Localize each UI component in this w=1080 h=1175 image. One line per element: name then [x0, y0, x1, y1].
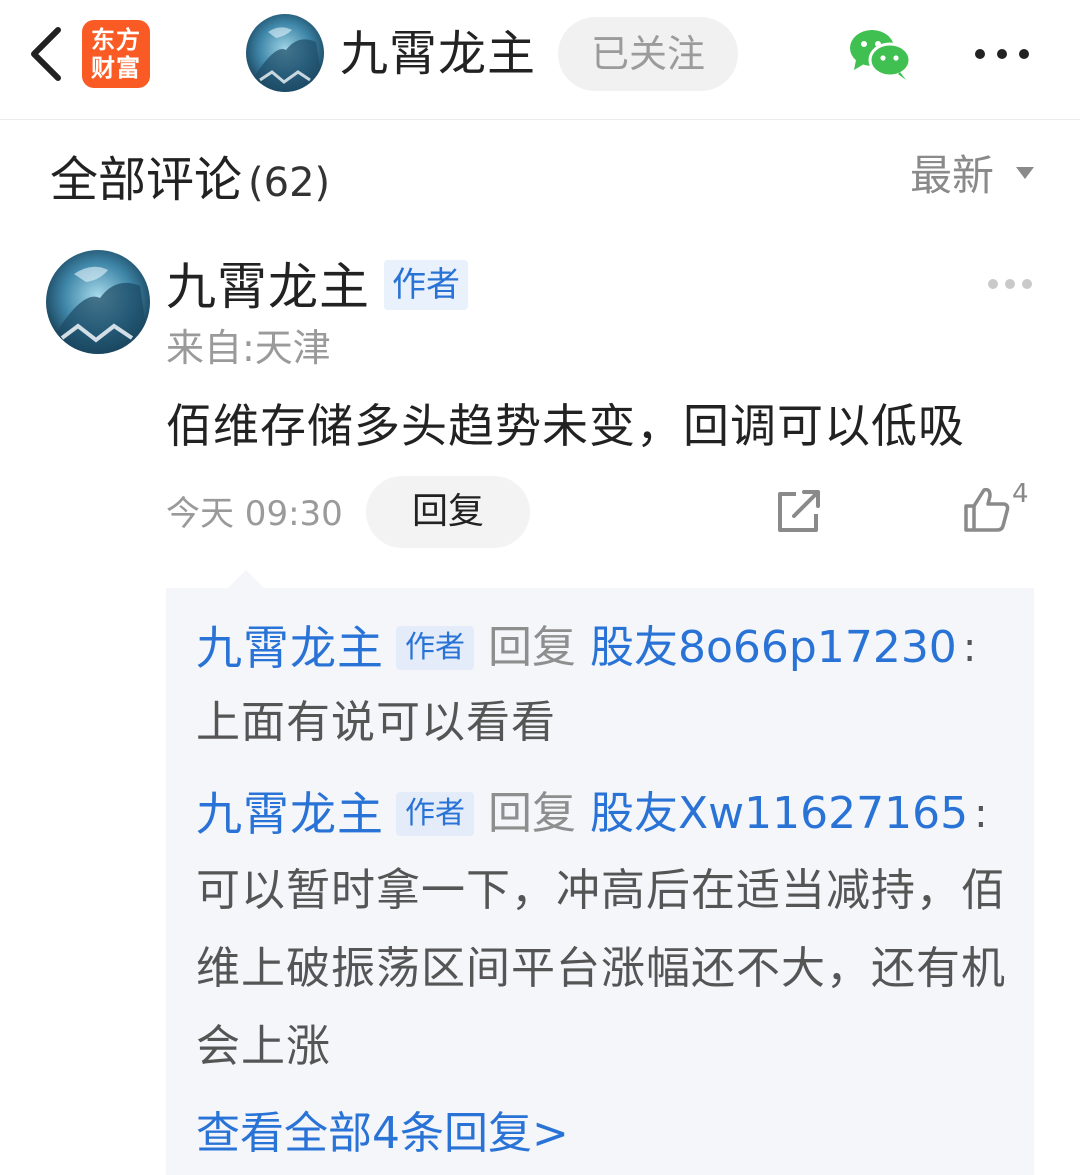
reply-author-badge: 作者 [396, 626, 474, 670]
thumbs-up-icon[interactable] [962, 484, 1012, 534]
caret-down-icon[interactable] [1016, 164, 1034, 179]
sort-dropdown[interactable]: 最新 [910, 148, 994, 204]
reply-author-badge: 作者 [396, 792, 474, 836]
reply-header: 九霄龙主 作者 回复 股友8o66p17230: [196, 618, 976, 678]
header-user-name[interactable]: 九霄龙主 [340, 24, 536, 84]
reply-box-notch [228, 570, 264, 588]
comments-count: (62) [248, 160, 331, 206]
reply-author-name[interactable]: 九霄龙主 [196, 787, 384, 841]
reply-colon: : [974, 791, 988, 837]
reply-verb: 回复 [488, 622, 576, 673]
comment-location: 来自:天津 [166, 326, 331, 370]
back-arrow-icon[interactable] [26, 26, 70, 82]
reply-target-user[interactable]: 股友8o66p17230 [590, 622, 957, 673]
reply-verb: 回复 [488, 788, 576, 839]
reply-text[interactable]: 可以暂时拿一下，冲高后在适当减持，佰维上破振荡区间平台涨幅还不大，还有机会上涨 [196, 852, 1026, 1086]
comment-more-icon[interactable] [986, 276, 1034, 290]
more-dots-icon[interactable] [972, 44, 1032, 64]
logo-line-1: 东方 [91, 26, 141, 54]
reply-header: 九霄龙主 作者 回复 股友Xw11627165: [196, 784, 988, 844]
logo-line-2: 财富 [91, 54, 141, 82]
reply-text[interactable]: 上面有说可以看看 [196, 684, 1026, 762]
reply-button[interactable]: 回复 [366, 476, 530, 548]
comment-time: 今天 09:30 [166, 494, 343, 534]
wechat-icon[interactable] [848, 26, 912, 82]
like-count: 4 [1012, 479, 1029, 509]
reply-target-user[interactable]: 股友Xw11627165 [590, 788, 968, 839]
comments-title: 全部评论 (62) [50, 148, 330, 215]
comment-author-name[interactable]: 九霄龙主 [166, 256, 370, 318]
avatar[interactable] [246, 14, 324, 92]
follow-button[interactable]: 已关注 [558, 17, 738, 91]
share-icon[interactable] [776, 490, 822, 534]
comments-title-label: 全部评论 [50, 152, 243, 208]
top-bar: 东方 财富 九霄龙主 已关注 [0, 0, 1080, 120]
view-all-replies-link[interactable]: 查看全部4条回复> [196, 1104, 569, 1164]
reply-author-name[interactable]: 九霄龙主 [196, 621, 384, 675]
comment-content[interactable]: 佰维存储多头趋势未变，回调可以低吸 [166, 394, 965, 458]
reply-colon: : [962, 625, 977, 671]
comment-avatar[interactable] [46, 250, 150, 354]
author-badge: 作者 [384, 260, 468, 310]
app-logo[interactable]: 东方 财富 [82, 20, 150, 88]
